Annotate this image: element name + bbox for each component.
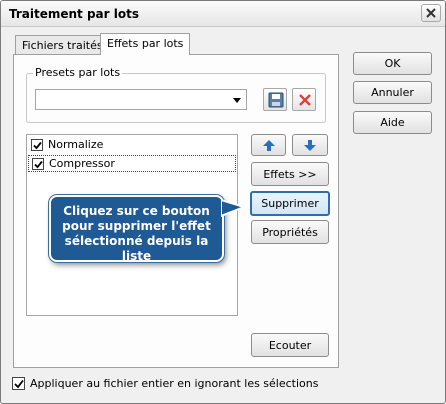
save-preset-button[interactable] — [263, 88, 287, 111]
effect-checkbox[interactable] — [31, 139, 43, 151]
chevron-down-icon — [233, 98, 241, 103]
presets-label: Presets par lots — [33, 66, 123, 79]
arrow-up-icon — [263, 140, 275, 151]
effect-label: Compressor — [49, 157, 115, 170]
checkmark-icon — [14, 379, 24, 389]
effect-label: Normalize — [48, 138, 104, 151]
close-icon — [426, 8, 436, 18]
tab-label: Effets par lots — [107, 37, 184, 50]
arrow-down-icon — [304, 140, 316, 151]
effect-list-item-selected[interactable]: Compressor — [28, 155, 236, 172]
delete-effect-button[interactable]: Supprimer — [250, 191, 330, 216]
title-bar: Traitement par lots — [1, 1, 445, 27]
help-button[interactable]: Aide — [353, 111, 432, 134]
checkmark-icon — [34, 160, 43, 169]
red-x-icon — [299, 94, 311, 106]
tooltip-text: Cliquez sur ce bouton pour supprimer l'e… — [62, 204, 211, 263]
ok-button[interactable]: OK — [353, 52, 432, 75]
tab-batch-effects[interactable]: Effets par lots — [100, 33, 191, 55]
effect-list-item[interactable]: Normalize — [28, 137, 236, 154]
floppy-disk-icon — [268, 92, 284, 108]
move-down-button[interactable] — [292, 134, 328, 156]
properties-button[interactable]: Propriétés — [251, 220, 329, 244]
tooltip-callout: Cliquez sur ce bouton pour supprimer l'e… — [49, 195, 224, 263]
window-title: Traitement par lots — [9, 7, 139, 21]
apply-whole-file-label[interactable]: Appliquer au fichier entier en ignorant … — [30, 377, 318, 390]
presets-group: Presets par lots — [26, 66, 326, 123]
effects-menu-button[interactable]: Effets >> — [251, 162, 329, 186]
move-up-button[interactable] — [251, 134, 286, 156]
tab-label: Fichiers traités — [22, 39, 103, 52]
listen-button[interactable]: Ecouter — [251, 333, 329, 357]
checkmark-icon — [33, 141, 42, 150]
tab-processed-files[interactable]: Fichiers traités — [15, 35, 110, 56]
tooltip-pointer-arrow — [221, 198, 247, 218]
close-button[interactable] — [421, 4, 441, 22]
presets-combobox[interactable] — [35, 89, 247, 110]
batch-processing-dialog: Traitement par lots Fichiers traités Eff… — [0, 0, 446, 404]
cancel-button[interactable]: Annuler — [353, 81, 432, 104]
effect-checkbox[interactable] — [32, 158, 44, 170]
delete-preset-button[interactable] — [292, 88, 316, 111]
apply-whole-file-checkbox[interactable] — [12, 377, 25, 390]
